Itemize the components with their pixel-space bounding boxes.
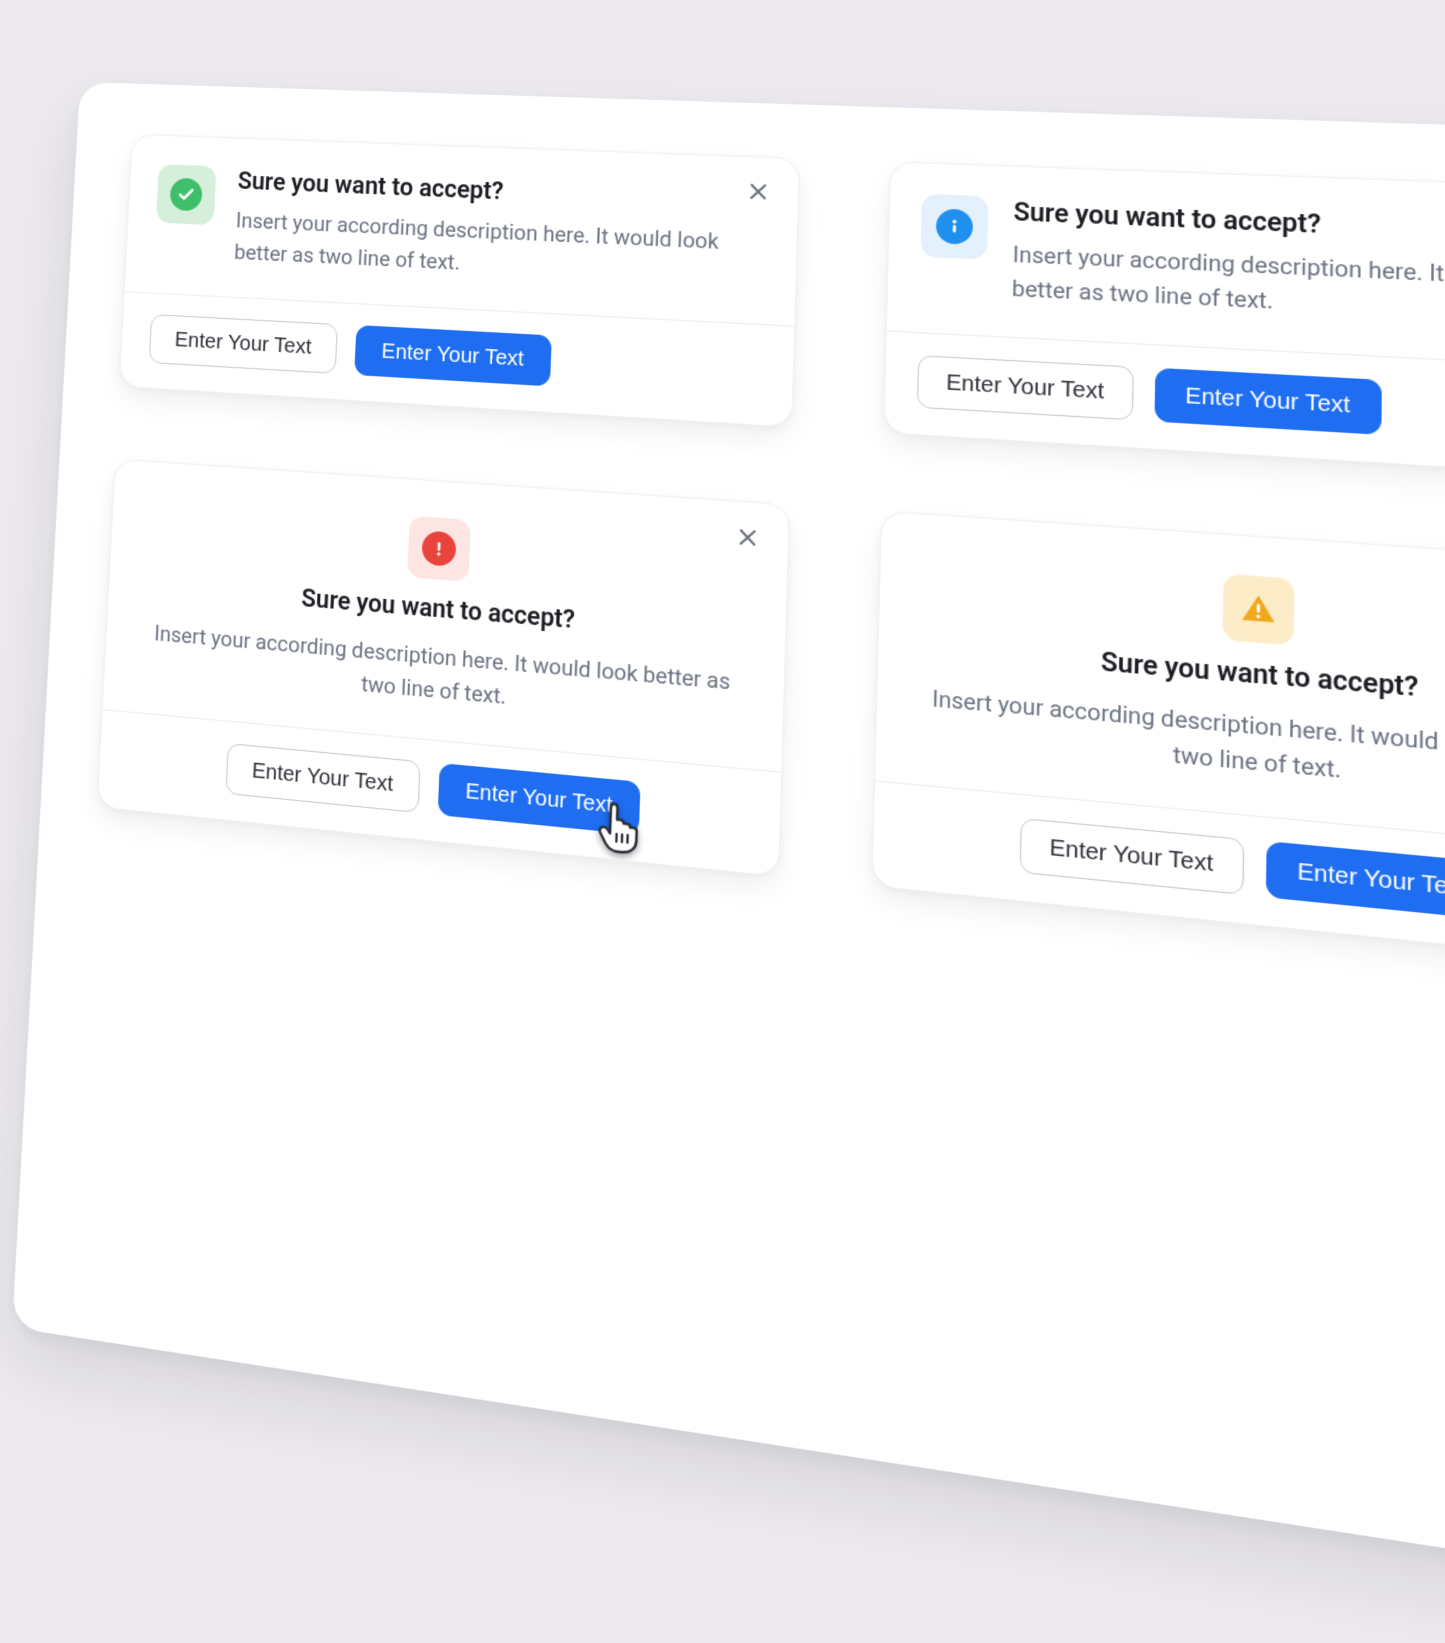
primary-button[interactable]: Enter Your Text: [1266, 840, 1445, 920]
primary-button[interactable]: Enter Your Text: [1155, 368, 1382, 435]
dialog-title: Sure you want to accept?: [301, 584, 576, 637]
secondary-button[interactable]: Enter Your Text: [225, 742, 421, 812]
dialog-card-success: Sure you want to accept? Insert your acc…: [119, 134, 801, 428]
status-icon-badge: [407, 515, 471, 581]
dialog-card-info: Sure you want to accept? Insert your acc…: [883, 161, 1445, 480]
check-icon: [169, 178, 202, 212]
close-button[interactable]: [732, 521, 764, 554]
close-icon: [737, 527, 758, 548]
primary-button[interactable]: Enter Your Text: [438, 762, 641, 834]
secondary-button[interactable]: Enter Your Text: [917, 355, 1134, 420]
dialog-description: Insert your according description here. …: [234, 205, 762, 294]
status-icon-badge: [921, 194, 989, 260]
close-button[interactable]: [742, 176, 774, 207]
dialog-gallery-panel: Sure you want to accept? Insert your acc…: [12, 82, 1445, 1643]
close-icon: [748, 182, 768, 202]
alert-circle-icon: [421, 530, 456, 567]
info-icon: [936, 208, 974, 244]
dialog-title: Sure you want to accept?: [1101, 646, 1419, 705]
dialog-description: Insert your according description here. …: [1012, 238, 1445, 336]
dialog-card-warning: Sure you want to accept? Insert your acc…: [871, 510, 1445, 967]
status-icon-badge: [1222, 573, 1294, 645]
secondary-button[interactable]: Enter Your Text: [149, 314, 339, 374]
dialog-description: Insert your according description here. …: [144, 616, 739, 734]
status-icon-badge: [156, 164, 217, 225]
secondary-button[interactable]: Enter Your Text: [1019, 817, 1244, 894]
alert-triangle-icon: [1239, 589, 1279, 629]
primary-button[interactable]: Enter Your Text: [355, 325, 552, 386]
dialog-card-error: Sure you want to accept? Insert your acc…: [97, 458, 791, 876]
